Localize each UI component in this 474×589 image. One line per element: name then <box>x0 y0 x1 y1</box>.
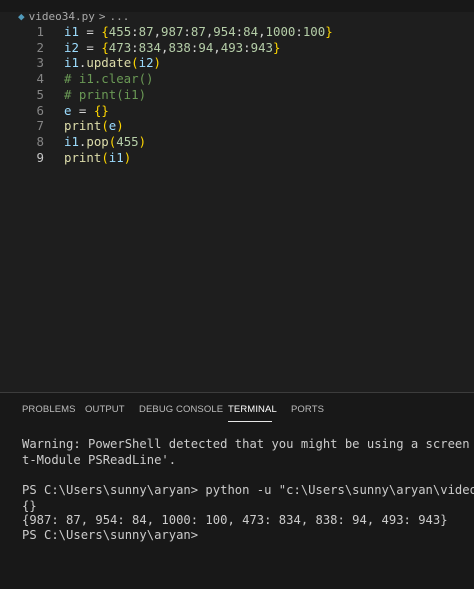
code-line[interactable]: 6 e = {} <box>0 103 474 119</box>
breadcrumb-file[interactable]: video34.py <box>29 12 95 23</box>
line-number: 2 <box>36 39 44 55</box>
code-token: 493 <box>220 39 244 55</box>
tab-output[interactable]: OUTPUT <box>85 404 125 415</box>
code-token: = <box>78 39 102 55</box>
code-token: i1 <box>108 149 124 165</box>
line-number: 7 <box>36 118 44 134</box>
terminal-prompt: PS C:\Users\sunny\aryan> <box>22 528 199 542</box>
code-token: : <box>295 24 303 39</box>
code-text[interactable]: i1.update(i2) <box>64 55 161 71</box>
line-number: 5 <box>36 86 44 102</box>
terminal-line: PS C:\Users\sunny\aryan> python -u "c:\U… <box>22 483 474 497</box>
code-token: ( <box>101 149 109 165</box>
code-line[interactable]: 5 # print(i1) <box>0 87 474 103</box>
terminal-line: {987: 87, 954: 84, 1000: 100, 473: 834, … <box>22 513 448 527</box>
code-token: , <box>213 39 221 55</box>
code-token: i1 <box>64 24 79 39</box>
code-token: 87 <box>138 24 154 39</box>
code-token: : <box>131 24 139 39</box>
code-token: { <box>101 39 109 55</box>
code-text[interactable]: i1 = {455:87,987:87,954:84,1000:100} <box>64 24 333 40</box>
code-token: update <box>86 55 132 71</box>
code-token: } <box>325 24 333 39</box>
code-token: pop <box>86 133 109 149</box>
code-token: ) <box>123 149 132 165</box>
tab-ports[interactable]: PORTS <box>291 404 324 415</box>
code-token: 1000 <box>265 24 296 39</box>
code-token: i1 <box>64 133 79 149</box>
code-token: = <box>78 24 102 39</box>
python-file-icon: ◆ <box>18 12 25 23</box>
code-token: # i1.clear() <box>64 71 154 87</box>
code-token: i2 <box>64 39 79 55</box>
code-token: 100 <box>302 24 326 39</box>
code-line[interactable]: 8 i1.pop(455) <box>0 134 474 150</box>
bottom-panel: PROBLEMS OUTPUT DEBUG CONSOLE TERMINAL P… <box>0 393 474 589</box>
code-token: 943 <box>250 39 273 55</box>
code-token: , <box>161 39 169 55</box>
code-token: {} <box>93 102 109 118</box>
code-token: print <box>64 118 102 134</box>
code-text[interactable]: i1.pop(455) <box>64 134 146 150</box>
code-token: ( <box>131 55 139 71</box>
code-line[interactable]: 2 i2 = {473:834,838:94,493:943} <box>0 40 474 56</box>
code-token: 473 <box>108 39 132 55</box>
code-line[interactable]: 4 # i1.clear() <box>0 71 474 87</box>
code-text[interactable]: # i1.clear() <box>64 71 154 87</box>
code-token: : <box>183 24 191 39</box>
panel-tabs: PROBLEMS OUTPUT DEBUG CONSOLE TERMINAL P… <box>0 393 474 423</box>
code-text[interactable]: print(e) <box>64 118 124 134</box>
code-token: ) <box>138 133 147 149</box>
code-token: i1 <box>64 55 79 71</box>
code-token: ( <box>101 118 109 134</box>
active-tab-indicator <box>228 421 272 422</box>
tab-problems[interactable]: PROBLEMS <box>22 404 76 415</box>
code-token: 94 <box>198 39 214 55</box>
code-token: , <box>153 24 162 39</box>
code-token: 987 <box>161 24 184 39</box>
tab-terminal[interactable]: TERMINAL <box>228 404 277 415</box>
code-token: , <box>258 24 266 39</box>
code-token: 834 <box>138 39 162 55</box>
code-token: ) <box>153 55 162 71</box>
code-line[interactable]: 3 i1.update(i2) <box>0 55 474 71</box>
code-token: 455 <box>116 133 139 149</box>
code-token: ) <box>116 118 124 134</box>
code-token: { <box>101 24 109 39</box>
code-token: 87 <box>190 24 206 39</box>
code-token: : <box>243 39 251 55</box>
code-token: # print(i1) <box>64 86 147 102</box>
line-number: 9 <box>36 149 44 165</box>
code-token: print <box>64 149 102 165</box>
code-text[interactable]: # print(i1) <box>64 87 146 103</box>
code-token: 954 <box>213 24 236 39</box>
breadcrumb-ellipsis[interactable]: ... <box>109 12 129 23</box>
code-token: = <box>71 102 94 118</box>
line-number: 3 <box>36 55 44 71</box>
code-text[interactable]: print(i1) <box>64 150 131 166</box>
code-token: } <box>273 39 281 55</box>
line-number: 1 <box>36 24 44 39</box>
code-line[interactable]: 1 i1 = {455:87,987:87,954:84,1000:100} <box>0 24 474 40</box>
code-editor[interactable]: 1 i1 = {455:87,987:87,954:84,1000:100} 2 i2… <box>0 24 474 392</box>
line-number: 6 <box>36 102 44 118</box>
code-token: : <box>131 39 139 55</box>
code-token: 838 <box>168 39 191 55</box>
terminal-line: t-Module PSReadLine'. <box>22 453 177 467</box>
code-token: 84 <box>243 24 259 39</box>
line-number: 4 <box>36 71 44 87</box>
line-number: 8 <box>36 133 44 149</box>
code-line[interactable]: 7 print(e) <box>0 118 474 134</box>
tab-debug-console[interactable]: DEBUG CONSOLE <box>139 404 223 415</box>
code-text[interactable]: i2 = {473:834,838:94,493:943} <box>64 40 280 56</box>
code-text[interactable]: e = {} <box>64 103 109 119</box>
breadcrumb-separator: > <box>98 12 106 23</box>
code-line[interactable]: 9 print(i1) <box>0 150 474 166</box>
code-token: 455 <box>108 24 132 39</box>
terminal-line: Warning: PowerShell detected that you mi… <box>22 437 474 451</box>
code-token: i2 <box>138 55 154 71</box>
